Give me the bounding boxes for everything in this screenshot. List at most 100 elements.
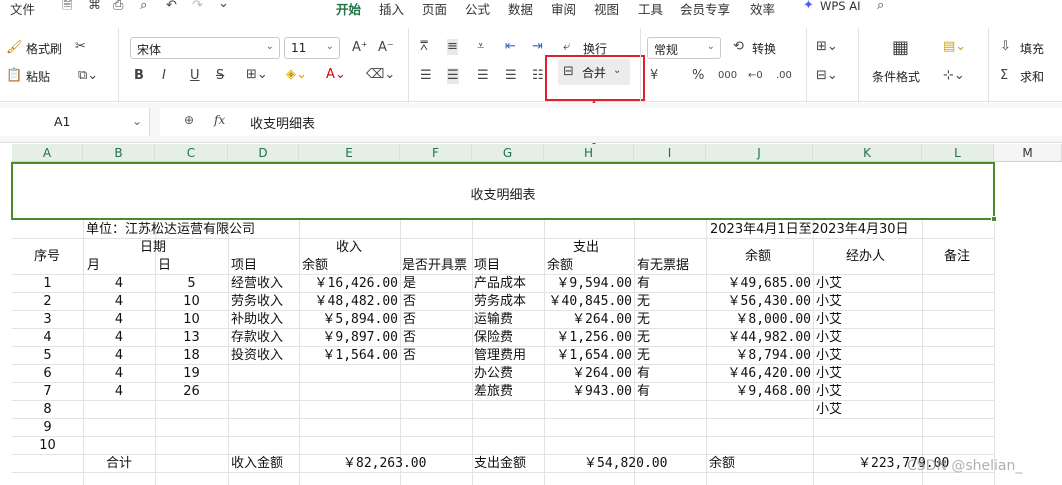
fill-button[interactable]: 填充 — [1020, 40, 1044, 57]
thousands-icon[interactable]: 000 — [718, 68, 737, 84]
bold-button[interactable]: B — [134, 68, 144, 84]
zoom-icon[interactable]: ⊕ — [184, 113, 194, 127]
formula-content[interactable]: 收支明细表 — [250, 113, 315, 132]
tab-efficiency[interactable]: 效率 — [750, 0, 775, 18]
expense-item-cell: 运输费 — [474, 312, 514, 327]
border-icon[interactable]: ⊞⌄ — [246, 67, 268, 83]
undo-icon[interactable]: ↶ — [166, 0, 177, 14]
align-left-icon[interactable]: ☰ — [420, 68, 432, 84]
font-size-select[interactable]: 11 ⌄ — [284, 37, 340, 59]
align-top-icon[interactable]: ⩞ — [420, 39, 428, 55]
print-icon[interactable]: ⎙ — [113, 0, 123, 14]
justify-icon[interactable]: ☰ — [505, 68, 517, 84]
format-painter-button[interactable]: 格式刷 — [26, 40, 62, 57]
income-amount-cell: ￥9,897.00 — [322, 330, 398, 345]
column-header-c[interactable]: C — [155, 144, 228, 162]
divider — [640, 28, 641, 104]
decrease-indent-icon[interactable]: ⇤ — [505, 39, 516, 55]
align-right-icon[interactable]: ☰ — [477, 68, 489, 84]
selected-merged-title-cell[interactable]: 收支明细表 — [11, 162, 995, 220]
table-style-icon[interactable]: ⊞⌄ — [816, 39, 838, 55]
tab-data[interactable]: 数据 — [508, 0, 533, 18]
more-chevron-icon[interactable]: ⌄ — [218, 0, 229, 12]
strikethrough-icon[interactable]: S̶ — [216, 68, 224, 84]
conditional-format-button[interactable]: 条件格式 — [872, 68, 920, 85]
column-header-g[interactable]: G — [472, 144, 544, 162]
tab-formula[interactable]: 公式 — [465, 0, 490, 18]
cut-icon[interactable]: ✂ — [75, 39, 86, 55]
underline-button[interactable]: U — [190, 68, 200, 84]
column-header-f[interactable]: F — [400, 144, 472, 162]
decrease-decimal-icon[interactable]: .00 — [776, 68, 792, 84]
header-income: 收入 — [336, 240, 363, 255]
chevron-down-icon[interactable]: ⌄ — [132, 114, 142, 128]
handler-cell: 小艾 — [816, 402, 843, 417]
column-header-h[interactable]: H — [544, 144, 634, 162]
tab-member[interactable]: 会员专享 — [680, 0, 730, 18]
unit-label: 单位：江苏松达运营有限公司 — [86, 222, 256, 237]
seq-cell: 7 — [43, 384, 52, 399]
expense-item-cell: 办公费 — [474, 366, 514, 381]
fill-color-icon[interactable]: ◈⌄ — [286, 67, 307, 83]
currency-button[interactable]: ¥ — [650, 68, 658, 84]
decrease-font-icon[interactable]: A⁻ — [378, 40, 394, 56]
increase-font-icon[interactable]: A⁺ — [352, 40, 368, 56]
cell-style-icon[interactable]: ⊟⌄ — [816, 68, 838, 84]
column-header-a[interactable]: A — [12, 144, 83, 162]
sum-button[interactable]: 求和 — [1020, 68, 1044, 85]
increase-indent-icon[interactable]: ⇥ — [532, 39, 543, 55]
rows-cols-icon[interactable]: ▤⌄ — [943, 39, 966, 55]
fill-handle[interactable] — [991, 216, 997, 222]
gridline — [228, 220, 229, 485]
font-color-icon[interactable]: A⌄ — [326, 67, 346, 83]
preview-icon[interactable]: ⌕ — [140, 0, 147, 14]
column-header-i[interactable]: I — [634, 144, 706, 162]
tab-tools[interactable]: 工具 — [638, 0, 663, 18]
handler-cell: 小艾 — [816, 348, 843, 363]
copy-icon[interactable]: ⧉⌄ — [78, 68, 98, 84]
save-icon[interactable]: 🗎 — [62, 0, 72, 14]
search-icon[interactable]: ⌕ — [877, 0, 884, 14]
cell-reference: A1 — [54, 114, 71, 129]
tab-page[interactable]: 页面 — [422, 0, 447, 18]
file-menu[interactable]: 文件 — [10, 0, 35, 18]
share-icon[interactable]: ⌘ — [88, 0, 101, 14]
wps-ai-button[interactable]: WPS AI — [820, 0, 861, 13]
column-header-k[interactable]: K — [813, 144, 922, 162]
header-receipt: 有无票据 — [637, 258, 690, 273]
paste-button[interactable]: 粘贴 — [26, 68, 50, 85]
font-name-select[interactable]: 宋体 ⌄ — [130, 37, 280, 59]
format-painter-icon: 🖌 — [6, 40, 23, 55]
chevron-down-icon: ⌄ — [325, 41, 334, 52]
function-icon[interactable]: fx — [214, 113, 225, 127]
column-header-b[interactable]: B — [83, 144, 155, 162]
expense-item-cell: 劳务成本 — [474, 294, 527, 309]
tab-view[interactable]: 视图 — [594, 0, 619, 18]
italic-button[interactable]: I — [162, 68, 166, 84]
align-middle-icon[interactable]: ≡ — [447, 39, 458, 55]
number-format-select[interactable]: 常规 ⌄ — [647, 37, 721, 59]
tab-insert[interactable]: 插入 — [379, 0, 404, 18]
increase-decimal-icon[interactable]: ←0 — [748, 68, 763, 84]
column-header-l[interactable]: L — [922, 144, 994, 162]
expense-amount-cell: ￥40,845.00 — [548, 294, 632, 309]
column-header-e[interactable]: E — [299, 144, 400, 162]
clear-format-icon[interactable]: ⌫⌄ — [366, 67, 395, 83]
tab-home[interactable]: 开始 — [336, 0, 362, 20]
name-box[interactable]: A1 ⌄ — [0, 108, 150, 136]
percent-button[interactable]: % — [692, 68, 704, 84]
convert-button[interactable]: 转换 — [752, 40, 776, 57]
formula-input[interactable]: ⊕ fx 收支明细表 — [160, 108, 1062, 136]
align-bottom-icon[interactable]: ⩡ — [477, 39, 484, 55]
redo-icon[interactable]: ↷ — [192, 0, 203, 14]
expense-total: ￥54,820.00 — [584, 456, 668, 471]
tab-review[interactable]: 审阅 — [551, 0, 576, 18]
distributed-icon[interactable]: ☷ — [532, 68, 544, 84]
freeze-icon[interactable]: ⊹⌄ — [943, 68, 965, 84]
sheet-title: 收支明细表 — [470, 188, 536, 203]
column-header-d[interactable]: D — [228, 144, 299, 162]
column-header-j[interactable]: J — [706, 144, 813, 162]
divider — [988, 28, 989, 104]
column-header-m[interactable]: M — [994, 144, 1062, 162]
align-center-icon[interactable]: ☰ — [447, 68, 459, 84]
